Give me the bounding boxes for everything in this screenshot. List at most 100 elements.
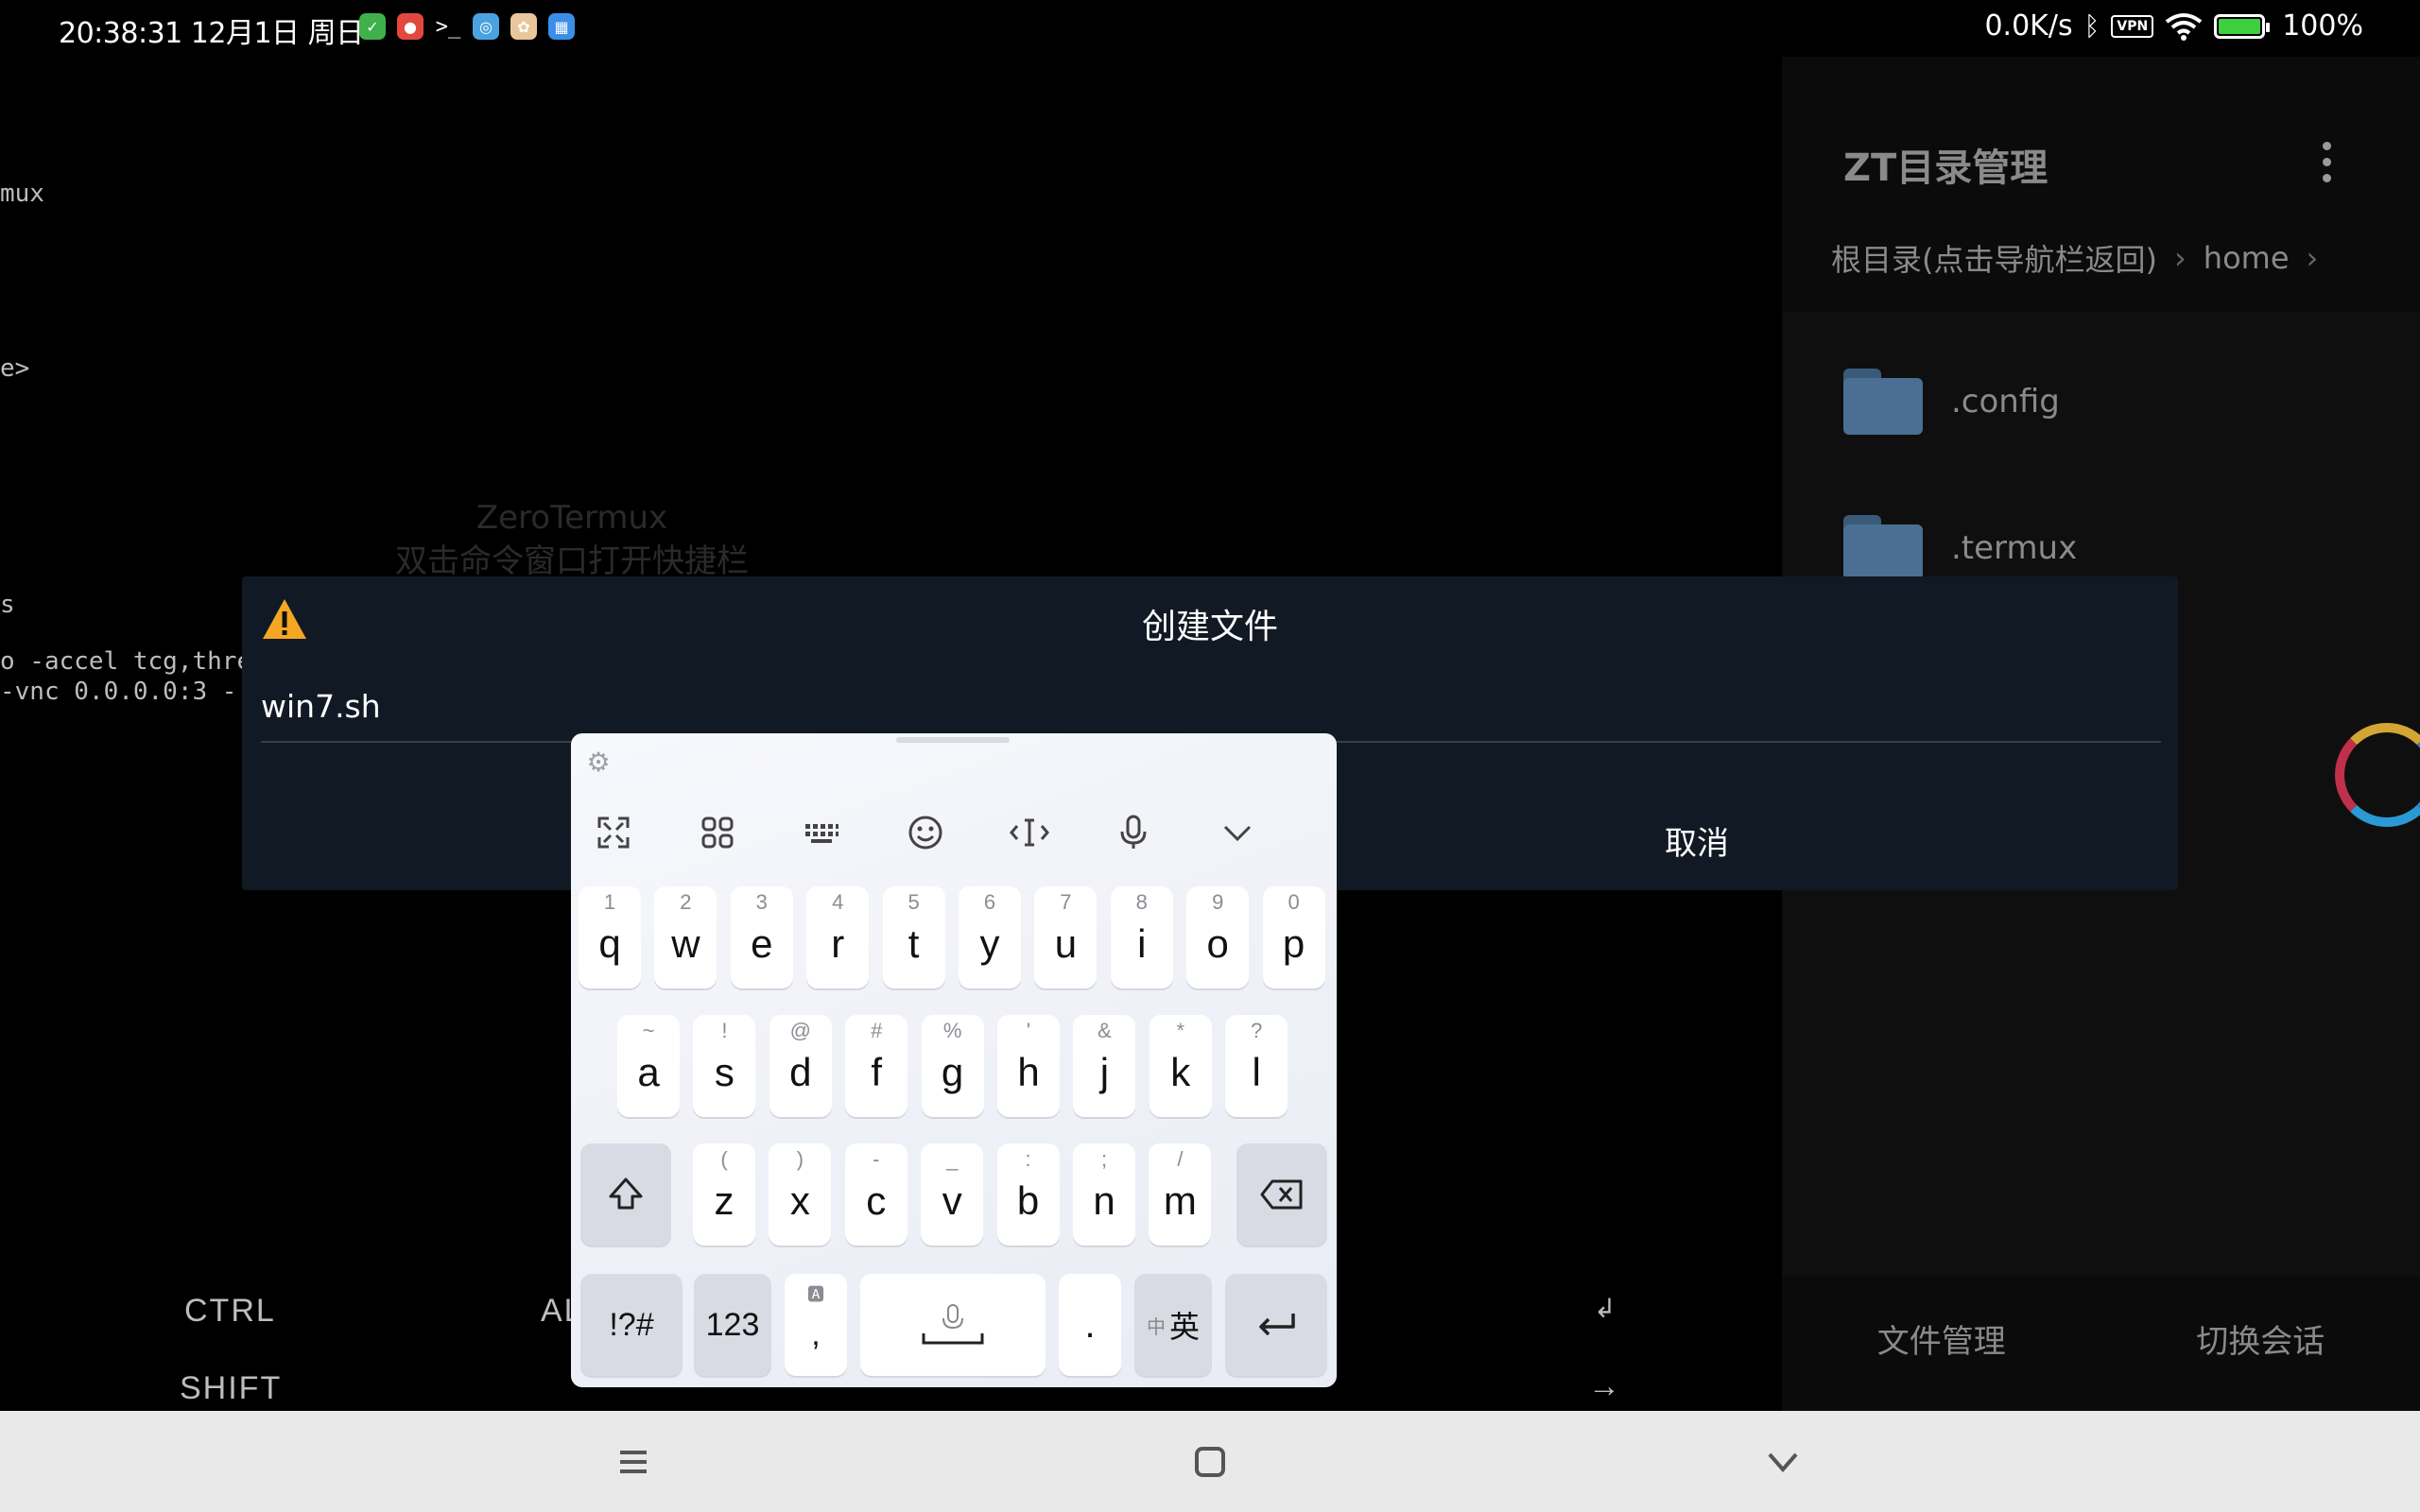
key-secondary-label: ( xyxy=(720,1147,728,1171)
shift-key[interactable] xyxy=(580,1143,671,1246)
symbols-key-label: !?# xyxy=(609,1306,654,1343)
enter-key[interactable]: ↲ xyxy=(1594,1293,1617,1324)
key-secondary-label: ' xyxy=(1026,1019,1031,1042)
key-p[interactable]: 0p xyxy=(1262,886,1325,988)
chevron-right-icon: › xyxy=(2306,240,2319,276)
notification-icons: ✓ ● >_ ◎ ✿ ▦ xyxy=(359,13,575,40)
photo-app-icon: ✿ xyxy=(510,13,537,40)
key-label: l xyxy=(1252,1050,1261,1094)
list-item[interactable]: .config xyxy=(1843,369,2060,435)
key-l[interactable]: ? l xyxy=(1225,1015,1288,1117)
key-secondary-label: 3 xyxy=(755,890,768,914)
browser-app-icon: ◎ xyxy=(473,13,499,40)
key-secondary-label: / xyxy=(1177,1147,1184,1171)
apps-grid-icon[interactable] xyxy=(694,809,741,856)
key-label: y xyxy=(979,921,1000,966)
key-u[interactable]: 7u xyxy=(1034,886,1098,988)
key-secondary-label: # xyxy=(871,1019,883,1042)
key-label: m xyxy=(1163,1178,1197,1223)
key-label: t xyxy=(908,921,920,966)
ctrl-key[interactable]: CTRL xyxy=(184,1293,276,1330)
key-label: k xyxy=(1170,1050,1191,1094)
key-label: i xyxy=(1137,921,1147,966)
key-h[interactable]: ' h xyxy=(997,1015,1060,1117)
key-secondary-label: 8 xyxy=(1135,890,1148,914)
letter-a-mini-icon: 🅰 xyxy=(807,1285,824,1304)
period-key[interactable]: . xyxy=(1059,1274,1121,1376)
key-j[interactable]: & j xyxy=(1073,1015,1136,1117)
more-menu-icon[interactable] xyxy=(2321,142,2332,182)
shift-key[interactable]: SHIFT xyxy=(180,1370,282,1407)
key-q[interactable]: 1q xyxy=(579,886,641,988)
terminal-watermark: ZeroTermux 双击命令窗口打开快捷栏 xyxy=(383,496,761,583)
breadcrumb-current[interactable]: home xyxy=(2204,240,2290,276)
key-secondary-label: 6 xyxy=(983,890,996,914)
key-d[interactable]: @ d xyxy=(769,1015,832,1117)
comma-key[interactable]: 🅰 , xyxy=(785,1274,847,1376)
cancel-button[interactable]: 取消 xyxy=(1665,817,1729,864)
key-z[interactable]: (z xyxy=(693,1143,755,1246)
key-g[interactable]: % g xyxy=(921,1015,984,1117)
home-icon[interactable] xyxy=(1182,1434,1238,1490)
key-f[interactable]: # f xyxy=(845,1015,908,1117)
key-label: v xyxy=(942,1178,962,1223)
keyboard-toolbar xyxy=(590,809,1318,866)
terminal-line: o -accel tcg,thre xyxy=(0,647,252,676)
key-w[interactable]: 2w xyxy=(654,886,717,988)
key-k[interactable]: * k xyxy=(1149,1015,1212,1117)
panel-title: ZT目录管理 xyxy=(1843,146,2048,190)
menu-icon[interactable] xyxy=(605,1434,662,1490)
cursor-move-icon[interactable] xyxy=(1006,809,1053,856)
key-e[interactable]: 3e xyxy=(730,886,793,988)
tab-file-manager[interactable]: 文件管理 xyxy=(1782,1295,2101,1389)
backspace-icon xyxy=(1260,1179,1303,1210)
tab-switch-session[interactable]: 切换会话 xyxy=(2101,1295,2420,1389)
collapse-keyboard-icon[interactable] xyxy=(1214,809,1261,856)
folder-icon xyxy=(1843,515,1923,581)
key-o[interactable]: 9o xyxy=(1186,886,1250,988)
enter-key[interactable] xyxy=(1225,1274,1327,1376)
symbols-key[interactable]: !?# xyxy=(580,1274,683,1376)
key-x[interactable]: ) x xyxy=(769,1143,832,1246)
key-t[interactable]: 5t xyxy=(882,886,945,988)
key-v[interactable]: _ v xyxy=(921,1143,984,1246)
key-s[interactable]: ! s xyxy=(693,1015,756,1117)
breadcrumb-root[interactable]: 根目录(点击导航栏返回) xyxy=(1831,236,2157,280)
key-m[interactable]: / m xyxy=(1149,1143,1212,1246)
folder-icon xyxy=(1843,369,1923,435)
keyboard-drag-handle[interactable] xyxy=(896,737,1010,743)
wifi-icon xyxy=(2165,12,2203,41)
key-label: a xyxy=(637,1050,660,1094)
emoji-icon[interactable] xyxy=(902,809,949,856)
key-y[interactable]: 6y xyxy=(959,886,1021,988)
key-label: c xyxy=(866,1178,887,1223)
key-secondary-label: 0 xyxy=(1288,890,1300,914)
backspace-key[interactable] xyxy=(1236,1143,1327,1246)
gear-icon[interactable]: ⚙ xyxy=(584,748,613,777)
key-r[interactable]: 4r xyxy=(806,886,870,988)
back-down-icon[interactable] xyxy=(1754,1434,1811,1490)
key-label: s xyxy=(714,1050,735,1094)
numbers-key[interactable]: 123 xyxy=(694,1274,771,1376)
key-i[interactable]: 8i xyxy=(1110,886,1173,988)
key-secondary-label: - xyxy=(873,1147,880,1171)
arrow-right-key[interactable]: → xyxy=(1588,1368,1622,1405)
space-mic-icon xyxy=(922,1304,984,1345)
calendar-app-icon: ▦ xyxy=(548,13,575,40)
key-a[interactable]: ~ a xyxy=(617,1015,680,1117)
key-n[interactable]: ; n xyxy=(1073,1143,1135,1246)
list-item[interactable]: .termux xyxy=(1843,515,2077,581)
key-label: o xyxy=(1206,921,1229,966)
expand-icon[interactable] xyxy=(590,809,637,856)
enter-icon xyxy=(1259,1314,1295,1336)
keyboard-layout-icon[interactable] xyxy=(798,809,845,856)
key-b[interactable]: :b xyxy=(996,1143,1060,1246)
key-c[interactable]: -c xyxy=(844,1143,908,1246)
language-switch-key[interactable]: 中 英 xyxy=(1134,1274,1212,1376)
key-label: j xyxy=(1099,1050,1110,1094)
space-key[interactable] xyxy=(860,1274,1046,1376)
microphone-icon[interactable] xyxy=(1110,809,1157,856)
navigation-bar xyxy=(0,1411,2420,1512)
lang-small-label: 中 xyxy=(1146,1316,1166,1338)
key-label: z xyxy=(714,1178,735,1223)
